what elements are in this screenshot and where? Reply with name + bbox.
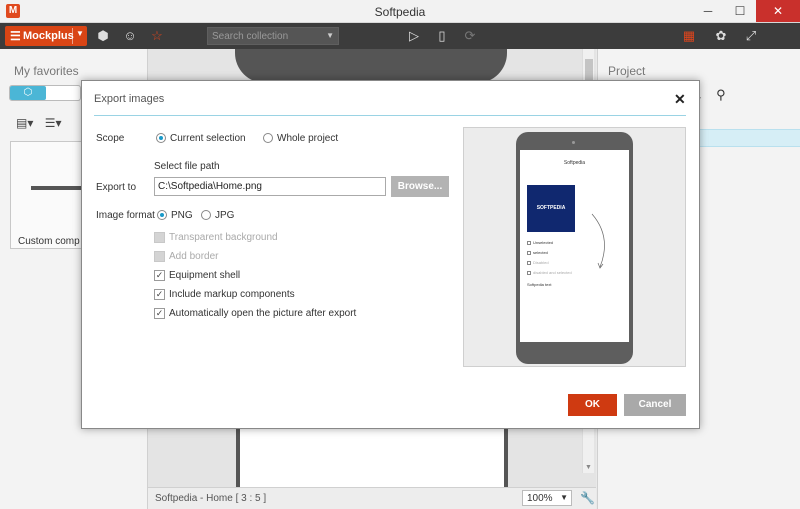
- list-tools: ▤▾ ☰▾: [16, 116, 62, 130]
- equipment-shell-checkbox[interactable]: ✓: [154, 270, 165, 281]
- export-preview: Softpedia SOFTPEDIA Unselected selected …: [463, 127, 686, 367]
- ok-button[interactable]: OK: [568, 394, 617, 416]
- browse-button[interactable]: Browse...: [391, 176, 449, 197]
- checkbox-icon: [527, 270, 531, 275]
- list-icon[interactable]: ☰▾: [45, 116, 62, 130]
- wrench-icon[interactable]: 🔧: [580, 491, 595, 505]
- close-icon[interactable]: ✕: [674, 91, 686, 108]
- scope-project-label[interactable]: Whole project: [277, 133, 338, 144]
- main-toolbar: ☰ Mockplus ▼ ⬢ ☺ ☆ Search collection ▼ ▷…: [0, 23, 800, 49]
- divider: [94, 115, 686, 116]
- minimize-button[interactable]: ─: [692, 0, 724, 22]
- interaction-arrow-icon: [591, 213, 605, 269]
- export-to-label: Export to: [96, 182, 137, 193]
- scroll-down-icon[interactable]: ▼: [585, 464, 592, 471]
- cube-icon[interactable]: ⬢: [94, 27, 112, 45]
- checkbox-icon: [527, 250, 531, 255]
- preview-checkbox-item: selected: [527, 250, 548, 255]
- preview-text: Softpedia text: [527, 282, 552, 287]
- cube-icon[interactable]: ⬡: [10, 86, 46, 100]
- fullscreen-icon[interactable]: ⤢: [742, 27, 760, 45]
- menu-icon: ☰: [10, 29, 21, 43]
- search-placeholder: Search collection: [212, 31, 289, 42]
- scope-project-radio[interactable]: [263, 133, 273, 143]
- search-collection-input[interactable]: Search collection ▼: [207, 27, 339, 45]
- scope-label: Scope: [96, 133, 125, 144]
- chevron-down-icon[interactable]: ▼: [326, 31, 334, 40]
- checkbox-icon: [527, 240, 531, 245]
- chevron-down-icon[interactable]: ▼: [76, 29, 84, 38]
- title-bar: M Softpedia ─ ☐ ✕: [0, 0, 800, 23]
- mockplus-menu-button[interactable]: ☰ Mockplus ▼: [5, 26, 87, 46]
- cancel-button[interactable]: Cancel: [624, 394, 686, 416]
- format-jpg-label[interactable]: JPG: [215, 210, 234, 221]
- preview-checkbox-item: Disabled: [527, 260, 549, 265]
- path-hint: Select file path: [154, 161, 220, 172]
- device-frame-top: [235, 49, 507, 83]
- palette-icon[interactable]: ✿: [712, 27, 730, 45]
- export-images-dialog: Export images ✕ Scope Current selection …: [81, 80, 700, 429]
- chevron-down-icon[interactable]: ▼: [560, 493, 568, 502]
- equipment-shell-label[interactable]: Equipment shell: [169, 270, 240, 281]
- status-bar: Softpedia - Home [ 3 : 5 ] 100% ▼ 🔧: [148, 487, 596, 509]
- preview-checkbox-item: Unselected: [527, 240, 553, 245]
- format-jpg-radio[interactable]: [201, 210, 211, 220]
- search-icon[interactable]: ⚲: [716, 87, 726, 102]
- scope-current-label[interactable]: Current selection: [170, 133, 246, 144]
- maximize-button[interactable]: ☐: [724, 0, 756, 22]
- checkbox-icon: [527, 260, 531, 265]
- zoom-value: 100%: [527, 493, 553, 504]
- device-frame-right: [504, 427, 508, 487]
- preview-logo: SOFTPEDIA: [527, 185, 575, 232]
- rotate-icon[interactable]: ⟳: [461, 27, 479, 45]
- add-border-checkbox[interactable]: [154, 251, 165, 262]
- transparent-bg-checkbox[interactable]: [154, 232, 165, 243]
- auto-open-checkbox[interactable]: ✓: [154, 308, 165, 319]
- divider: [72, 28, 73, 44]
- selected-page-row[interactable]: [698, 129, 800, 147]
- zoom-select[interactable]: 100% ▼: [522, 490, 572, 506]
- project-tools: ↓ ⚲: [696, 87, 726, 103]
- emoji-icon[interactable]: ☺: [121, 27, 139, 45]
- window-title: Softpedia: [374, 5, 426, 19]
- auto-open-label[interactable]: Automatically open the picture after exp…: [169, 308, 356, 319]
- preview-phone-frame: Softpedia SOFTPEDIA Unselected selected …: [516, 132, 633, 364]
- component-caption: Custom compon: [18, 236, 80, 247]
- preview-title: Softpedia: [563, 160, 586, 166]
- include-markup-checkbox[interactable]: ✓: [154, 289, 165, 300]
- export-path-input[interactable]: C:\Softpedia\Home.png: [154, 177, 386, 196]
- page-status: Softpedia - Home [ 3 : 5 ]: [155, 493, 267, 504]
- camera-dot: [572, 141, 575, 144]
- brand-label: Mockplus: [23, 30, 74, 42]
- star-icon[interactable]: ☆: [148, 27, 166, 45]
- device-screen[interactable]: [240, 427, 504, 487]
- project-title: Project: [608, 64, 646, 78]
- view-toggle[interactable]: ⬡: [9, 85, 81, 101]
- grid-icon[interactable]: ▦: [680, 27, 698, 45]
- component-thumbnail: [31, 186, 81, 190]
- image-format-label: Image format: [96, 210, 155, 221]
- scope-current-radio[interactable]: [156, 133, 166, 143]
- format-png-radio[interactable]: [157, 210, 167, 220]
- preview-checkbox-item: disabled and selected: [527, 270, 572, 275]
- preview-screen: Softpedia SOFTPEDIA Unselected selected …: [520, 150, 629, 342]
- include-markup-label[interactable]: Include markup components: [169, 289, 295, 300]
- close-window-button[interactable]: ✕: [756, 0, 800, 22]
- play-icon[interactable]: ▷: [405, 27, 423, 45]
- add-border-label: Add border: [169, 251, 219, 262]
- favorites-title: My favorites: [14, 64, 79, 78]
- dialog-title: Export images: [94, 93, 165, 105]
- format-png-label[interactable]: PNG: [171, 210, 193, 221]
- database-icon[interactable]: ▤▾: [16, 116, 33, 130]
- phone-icon[interactable]: ▯: [433, 27, 451, 45]
- transparent-bg-label: Transparent background: [169, 232, 278, 243]
